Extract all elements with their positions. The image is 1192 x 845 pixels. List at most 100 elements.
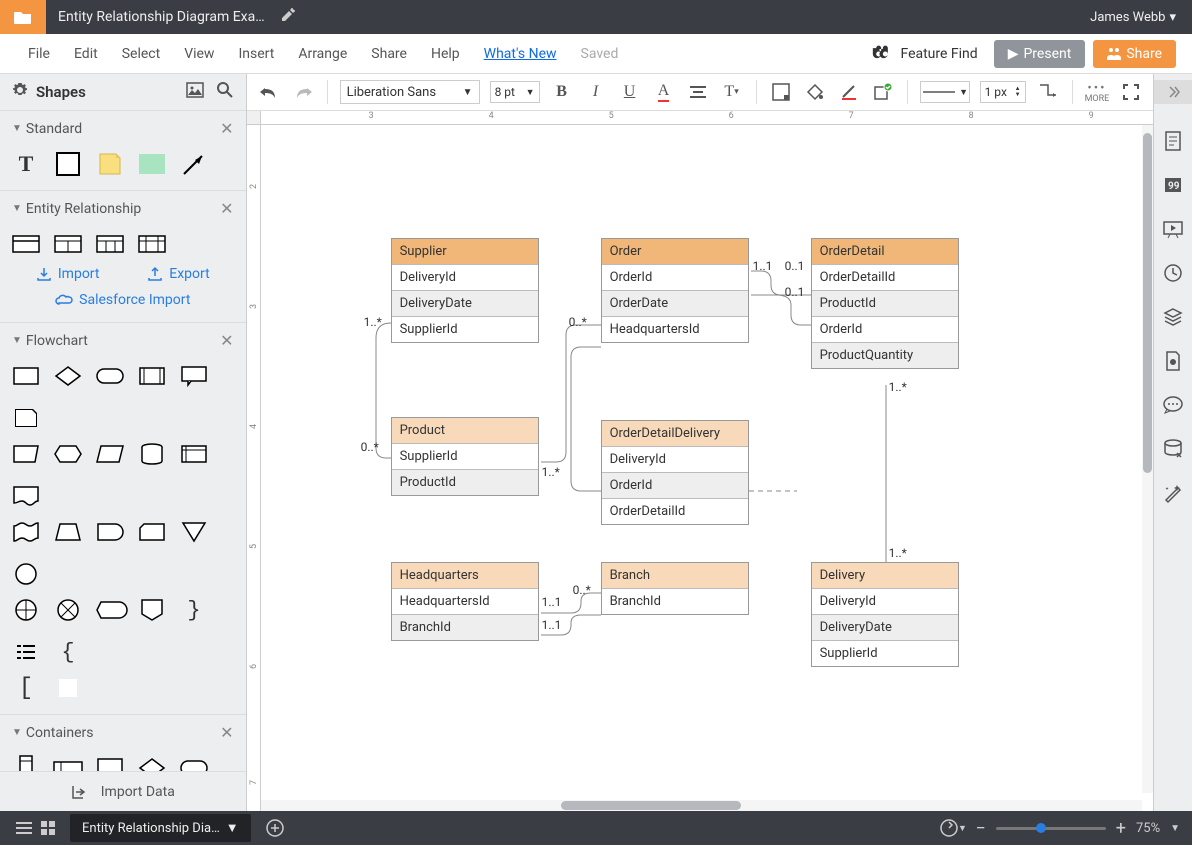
shape-tool-button[interactable] bbox=[769, 80, 793, 104]
menu-arrange[interactable]: Arrange bbox=[286, 46, 359, 62]
close-icon[interactable]: ✕ bbox=[220, 331, 233, 350]
fill-button[interactable] bbox=[803, 80, 827, 104]
entity-orderdetail[interactable]: OrderDetail OrderDetailId ProductId Orde… bbox=[811, 238, 959, 369]
fc-conn[interactable] bbox=[12, 560, 40, 588]
fc-list[interactable] bbox=[12, 638, 40, 666]
entity-order-detail-delivery[interactable]: OrderDetailDelivery DeliveryId OrderId O… bbox=[601, 420, 749, 525]
bold-button[interactable]: B bbox=[550, 80, 574, 104]
menu-file[interactable]: File bbox=[16, 46, 62, 62]
canvas-paper[interactable]: Supplier DeliveryId DeliveryDate Supplie… bbox=[261, 125, 1154, 811]
notes-icon[interactable] bbox=[1162, 130, 1184, 152]
comments-icon[interactable]: 99 bbox=[1162, 174, 1184, 196]
fc-card[interactable] bbox=[138, 518, 166, 546]
present-icon[interactable] bbox=[1162, 218, 1184, 240]
fc-sum[interactable] bbox=[12, 596, 40, 624]
underline-button[interactable]: U bbox=[618, 80, 642, 104]
close-icon[interactable]: ✕ bbox=[220, 119, 233, 138]
zoom-in-button[interactable]: + bbox=[1116, 818, 1126, 839]
scrollbar-horizontal[interactable] bbox=[261, 800, 1143, 811]
image-icon[interactable] bbox=[186, 81, 204, 103]
fc-manual[interactable] bbox=[12, 440, 40, 468]
canvas[interactable]: 3456789 234567 bbox=[247, 111, 1154, 811]
grid-view-icon[interactable] bbox=[36, 816, 60, 840]
zoom-level[interactable]: 75% bbox=[1136, 821, 1160, 836]
menu-view[interactable]: View bbox=[172, 46, 226, 62]
line-style-select[interactable]: ▼ bbox=[920, 81, 970, 103]
er-shape-4[interactable] bbox=[138, 230, 166, 258]
feature-find-label[interactable]: Feature Find bbox=[900, 46, 977, 62]
er-shape-3[interactable] bbox=[96, 230, 124, 258]
binoculars-icon[interactable] bbox=[872, 44, 892, 64]
cont-3[interactable] bbox=[96, 754, 124, 771]
font-size-select[interactable]: 8 pt▼ bbox=[490, 81, 540, 103]
fc-db[interactable] bbox=[138, 440, 166, 468]
er-shape-1[interactable] bbox=[12, 230, 40, 258]
close-icon[interactable]: ✕ bbox=[220, 723, 233, 742]
chat-icon[interactable] bbox=[1162, 394, 1184, 416]
scrollbar-vertical[interactable] bbox=[1142, 125, 1153, 793]
menu-select[interactable]: Select bbox=[110, 46, 172, 62]
shape-text[interactable]: T bbox=[12, 150, 40, 178]
fc-terminator[interactable] bbox=[96, 362, 124, 390]
user-menu[interactable]: James Webb ▾ bbox=[1074, 10, 1192, 25]
menu-whats-new[interactable]: What's New bbox=[472, 46, 569, 62]
menu-share[interactable]: Share bbox=[359, 46, 419, 62]
shape-arrow[interactable] bbox=[180, 150, 208, 178]
entity-order[interactable]: Order OrderId OrderDate HeadquartersId bbox=[601, 238, 749, 343]
fc-display[interactable] bbox=[96, 596, 124, 624]
entity-supplier[interactable]: Supplier DeliveryId DeliveryDate Supplie… bbox=[391, 238, 539, 343]
fc-hex[interactable] bbox=[54, 440, 82, 468]
fc-tape[interactable] bbox=[12, 518, 40, 546]
section-containers[interactable]: ▼ Containers ✕ bbox=[12, 723, 234, 742]
entity-branch[interactable]: Branch BranchId bbox=[601, 562, 749, 615]
rename-icon[interactable] bbox=[281, 8, 295, 26]
fc-trap[interactable] bbox=[54, 518, 82, 546]
redo-button[interactable] bbox=[291, 80, 315, 104]
menu-help[interactable]: Help bbox=[419, 46, 472, 62]
zoom-out-button[interactable]: − bbox=[975, 818, 985, 839]
cont-4[interactable] bbox=[138, 754, 166, 771]
fc-brace-l[interactable]: { bbox=[54, 638, 82, 666]
section-flowchart[interactable]: ▼ Flowchart ✕ bbox=[12, 331, 234, 350]
fc-bracket[interactable]: [ bbox=[12, 674, 40, 702]
more-button[interactable]: ••• MORE bbox=[1085, 81, 1110, 104]
fullscreen-button[interactable] bbox=[1119, 80, 1143, 104]
align-button[interactable] bbox=[686, 80, 710, 104]
fc-parallel[interactable] bbox=[96, 440, 124, 468]
italic-button[interactable]: I bbox=[584, 80, 608, 104]
fc-doc[interactable] bbox=[12, 482, 40, 510]
shape-note[interactable] bbox=[96, 150, 124, 178]
fc-delay[interactable] bbox=[96, 518, 124, 546]
search-icon[interactable] bbox=[216, 81, 234, 103]
autosave-icon[interactable]: ▼ bbox=[941, 816, 965, 840]
gear-icon[interactable] bbox=[12, 82, 28, 102]
cont-2[interactable] bbox=[54, 754, 82, 771]
entity-product[interactable]: Product SupplierId ProductId bbox=[391, 417, 539, 496]
fc-note[interactable] bbox=[12, 404, 40, 432]
menu-insert[interactable]: Insert bbox=[226, 46, 286, 62]
undo-button[interactable] bbox=[257, 80, 281, 104]
fc-intstore[interactable] bbox=[180, 440, 208, 468]
text-options-button[interactable]: T▾ bbox=[720, 80, 744, 104]
er-shape-2[interactable] bbox=[54, 230, 82, 258]
list-view-icon[interactable] bbox=[12, 816, 36, 840]
fc-diamond[interactable] bbox=[54, 362, 82, 390]
line-routing-button[interactable] bbox=[1036, 80, 1060, 104]
magic-icon[interactable] bbox=[1162, 482, 1184, 504]
fc-or[interactable] bbox=[54, 596, 82, 624]
fc-blank[interactable] bbox=[54, 674, 82, 702]
font-select[interactable]: Liberation Sans▼ bbox=[340, 80, 480, 104]
section-standard[interactable]: ▼ Standard ✕ bbox=[12, 119, 234, 138]
collapse-right-panel[interactable] bbox=[1154, 80, 1192, 104]
data-icon[interactable] bbox=[1162, 438, 1184, 460]
share-button[interactable]: Share bbox=[1093, 40, 1176, 68]
section-er[interactable]: ▼ Entity Relationship ✕ bbox=[12, 199, 234, 218]
fc-merge[interactable] bbox=[180, 518, 208, 546]
layers-icon[interactable] bbox=[1162, 306, 1184, 328]
page-tab[interactable]: Entity Relationship Dia… ▼ bbox=[70, 814, 251, 842]
history-icon[interactable] bbox=[1162, 262, 1184, 284]
text-color-button[interactable]: A bbox=[652, 80, 676, 104]
present-button[interactable]: ▶ Present bbox=[994, 40, 1086, 68]
fc-callout[interactable] bbox=[180, 362, 208, 390]
import-data-button[interactable]: Import Data bbox=[0, 771, 246, 811]
